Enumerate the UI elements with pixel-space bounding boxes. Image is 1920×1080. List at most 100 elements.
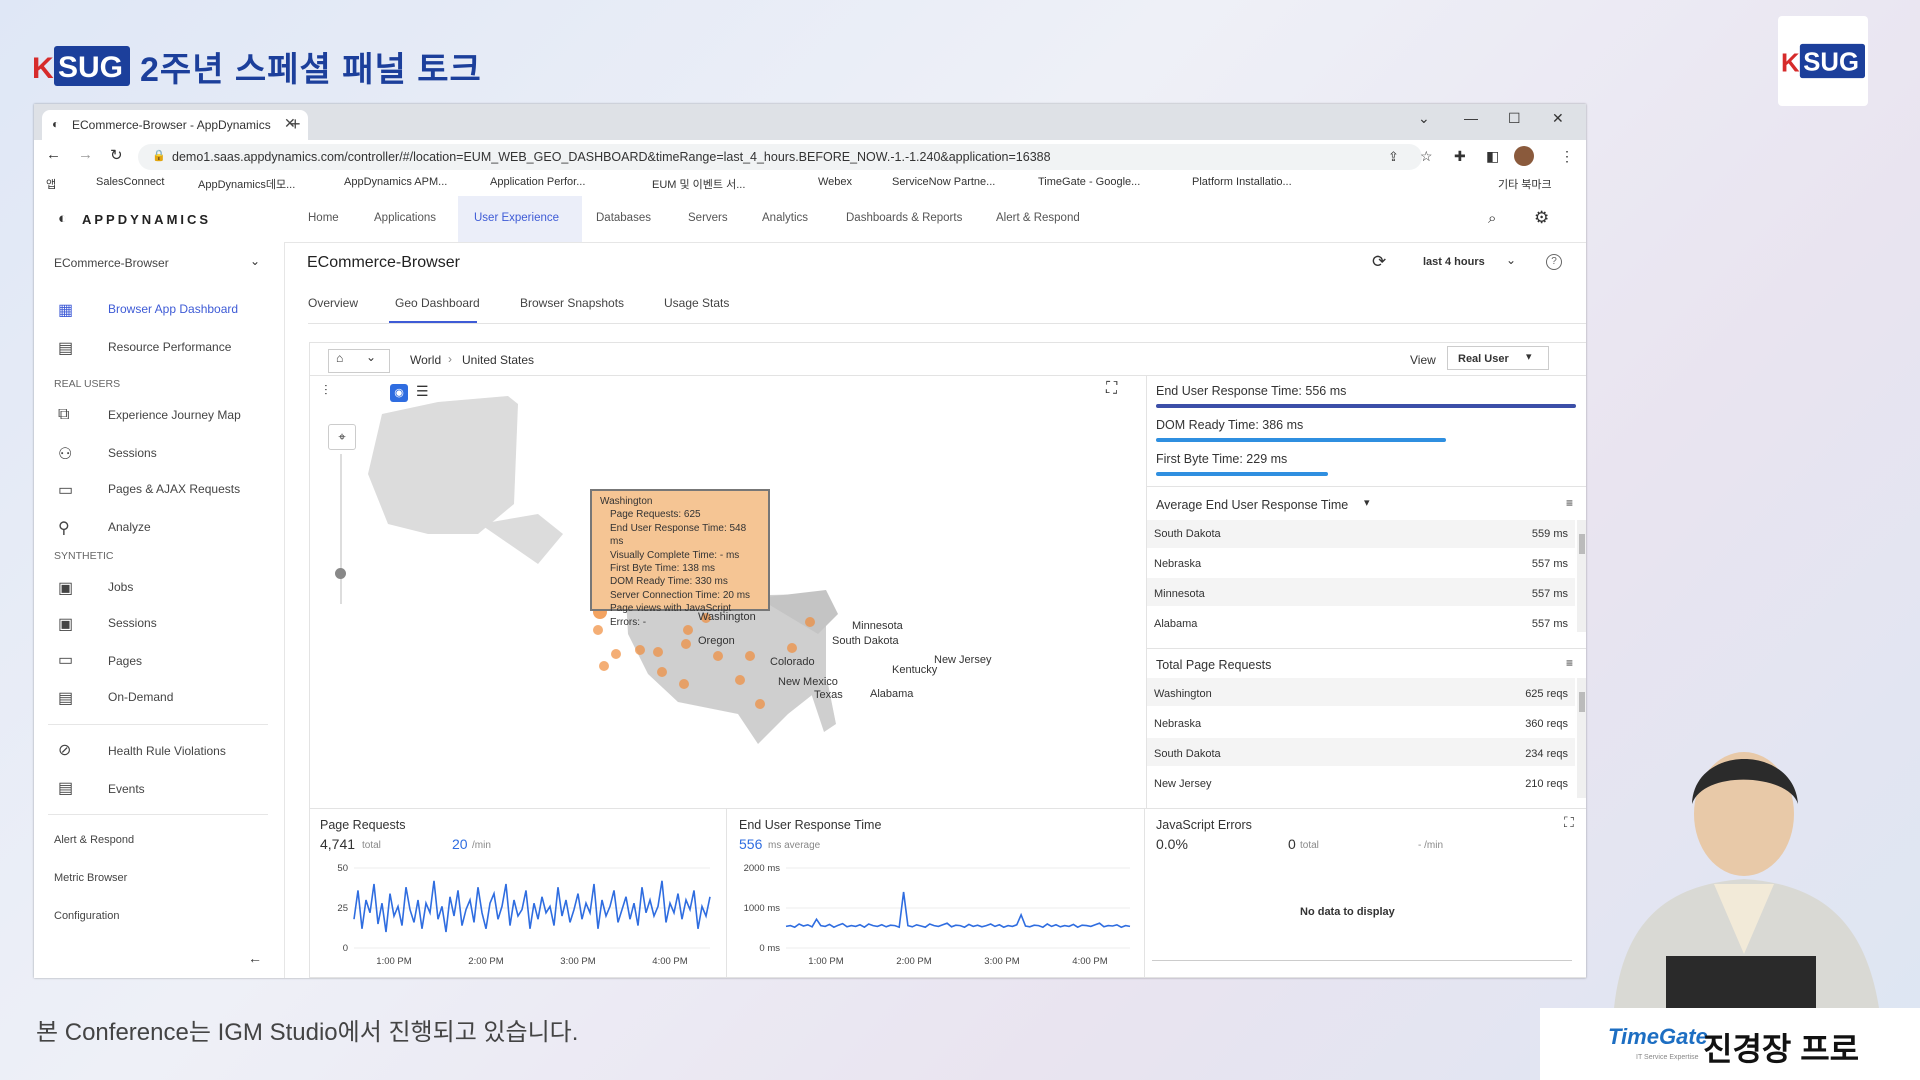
sidepanel-icon[interactable]: ◧ <box>1486 148 1499 165</box>
help-icon[interactable]: ? <box>1546 254 1562 270</box>
page-title: ECommerce-Browser <box>307 254 460 271</box>
view-dropdown-value: Real User <box>1458 353 1509 365</box>
x-tick-label: 1:00 PM <box>808 956 843 967</box>
sidebar-footer-metric-browser[interactable]: Metric Browser <box>54 872 127 884</box>
nav-home[interactable]: Home <box>308 212 339 224</box>
bookmark-item[interactable]: ServiceNow Partne... <box>892 176 995 188</box>
forward-icon[interactable]: → <box>78 146 93 163</box>
chevron-down-icon[interactable]: ⌄ <box>250 254 260 268</box>
sidebar-item-pages-ajax[interactable]: Pages & AJAX Requests <box>108 482 240 496</box>
presenter-video <box>1614 752 1879 1008</box>
scrollbar-thumb[interactable] <box>1579 692 1585 712</box>
reload-icon[interactable]: ↻ <box>110 146 123 164</box>
sidebar-item-synthetic-sessions[interactable]: Sessions <box>108 616 157 630</box>
y-tick-label: 0 <box>343 943 348 954</box>
resource-performance-icon: ▤ <box>58 340 74 357</box>
search-icon[interactable]: ⌕ <box>1488 210 1496 227</box>
nav-analytics[interactable]: Analytics <box>762 212 808 224</box>
sidebar-item-analyze[interactable]: Analyze <box>108 520 151 534</box>
conference-title: 2주년 스페셜 패널 토크 <box>140 51 482 89</box>
nav-servers[interactable]: Servers <box>688 212 728 224</box>
extensions-icon[interactable]: ✚ <box>1454 148 1466 165</box>
avg-row-value: 557 ms <box>1531 618 1568 630</box>
share-icon[interactable]: ⇪ <box>1388 149 1399 165</box>
time-range-selector[interactable]: last 4 hours <box>1423 256 1485 268</box>
back-icon[interactable]: ← <box>46 146 61 163</box>
js-errors-total: 0 <box>1288 836 1296 852</box>
nav-dashboards[interactable]: Dashboards & Reports <box>846 212 962 224</box>
tab-search-icon[interactable]: ⌄ <box>1418 110 1430 127</box>
bookmark-item[interactable]: Application Perfor... <box>490 176 585 188</box>
sidebar-item-resource-performance[interactable]: Resource Performance <box>108 340 231 354</box>
bookmark-item[interactable]: TimeGate - Google... <box>1038 176 1140 188</box>
bookmark-item[interactable]: EUM 및 이벤트 서... <box>652 176 745 192</box>
tab-usage-stats[interactable]: Usage Stats <box>664 296 729 310</box>
bookmark-item[interactable]: AppDynamics데모... <box>198 176 295 192</box>
sidebar-item-health-rule-violations[interactable]: Health Rule Violations <box>108 744 226 758</box>
sidebar-item-jobs[interactable]: Jobs <box>108 580 133 594</box>
minimize-icon[interactable]: — <box>1464 110 1478 126</box>
eurt-metric-label: End User Response Time: 556 ms <box>1156 384 1347 398</box>
panel-divider <box>726 808 727 978</box>
eurt-chart[interactable]: 2000 ms 1000 ms 0 ms 1:00 PM 2:00 PM 3:00 PM 4… <box>734 860 1138 970</box>
avg-table-title[interactable]: Average End User Response Time <box>1156 498 1348 512</box>
list-options-icon[interactable]: ≡ <box>1566 656 1573 670</box>
series-line[interactable] <box>785 891 1131 929</box>
map-label-south-dakota: South Dakota <box>832 635 899 647</box>
avg-row-value: 557 ms <box>1531 588 1568 600</box>
page-requests-chart[interactable]: 50 25 0 1:00 PM 2:00 PM 3:00 PM 4:00 PM <box>318 860 718 970</box>
scrollbar-thumb[interactable] <box>1579 534 1585 554</box>
sidebar-item-on-demand[interactable]: On-Demand <box>108 690 173 704</box>
series-line[interactable] <box>353 880 711 933</box>
map-recenter-icon[interactable]: ⌖ <box>328 424 356 450</box>
bookmark-star-icon[interactable]: ☆ <box>1420 148 1433 165</box>
zoom-slider-track[interactable] <box>340 454 342 604</box>
url-text[interactable]: demo1.saas.appdynamics.com/controller/#/… <box>172 150 1051 164</box>
map-label-oregon: Oregon <box>698 635 735 647</box>
app-selector[interactable]: ECommerce-Browser <box>54 256 169 270</box>
bookmark-apps[interactable]: 앱 <box>46 176 56 192</box>
tab-overview[interactable]: Overview <box>308 296 358 310</box>
time-range-chevron-icon[interactable]: ⌄ <box>1506 253 1516 267</box>
bookmark-item[interactable]: AppDynamics APM... <box>344 176 447 188</box>
close-window-icon[interactable]: ✕ <box>1552 110 1564 127</box>
refresh-icon[interactable]: ⟳ <box>1372 252 1386 272</box>
collapse-sidebar-icon[interactable]: ← <box>248 950 262 966</box>
breadcrumb-world[interactable]: World <box>410 353 441 367</box>
sidebar-item-sessions[interactable]: Sessions <box>108 446 157 460</box>
nav-user-experience[interactable]: User Experience <box>474 212 559 224</box>
chevron-down-icon[interactable]: ⌄ <box>366 350 376 364</box>
sidebar-footer-configuration[interactable]: Configuration <box>54 910 119 922</box>
panel-divider <box>1144 808 1145 978</box>
tab-geo-dashboard[interactable]: Geo Dashboard <box>395 296 480 310</box>
profile-avatar[interactable] <box>1514 146 1534 166</box>
sidebar-footer-alert-respond[interactable]: Alert & Respond <box>54 834 134 846</box>
menu-kebab-icon[interactable]: ⋮ <box>1560 148 1574 165</box>
sidebar-item-experience-journey-map[interactable]: Experience Journey Map <box>108 408 241 422</box>
map-label-texas: Texas <box>814 689 843 701</box>
list-options-icon[interactable]: ≡ <box>1566 496 1573 510</box>
bookmark-folder-other[interactable]: 기타 북마크 <box>1498 176 1552 192</box>
bookmark-item[interactable]: Webex <box>818 176 852 188</box>
tooltip-line: Server Connection Time: 20 ms <box>610 589 751 601</box>
caret-down-icon[interactable]: ▾ <box>1364 496 1370 509</box>
nav-databases[interactable]: Databases <box>596 212 651 224</box>
bookmark-item[interactable]: SalesConnect <box>96 176 165 188</box>
gear-icon[interactable]: ⚙ <box>1534 208 1549 228</box>
expand-icon[interactable]: ⛶ <box>1564 814 1574 831</box>
sidebar-item-pages[interactable]: Pages <box>108 654 142 668</box>
sidebar-item-browser-app-dashboard[interactable]: Browser App Dashboard <box>108 302 238 316</box>
bookmark-item[interactable]: Platform Installatio... <box>1192 176 1292 188</box>
nav-alert-respond[interactable]: Alert & Respond <box>996 212 1080 224</box>
dom-bar <box>1156 438 1446 442</box>
map-filter-icon[interactable]: ⫶ <box>324 382 328 399</box>
maximize-icon[interactable]: ☐ <box>1508 110 1521 127</box>
sidebar-item-events[interactable]: Events <box>108 782 145 796</box>
app-logo[interactable]: APPDYNAMICS <box>82 212 211 227</box>
nav-applications[interactable]: Applications <box>374 212 436 224</box>
tab-browser-snapshots[interactable]: Browser Snapshots <box>520 296 624 310</box>
timegate-tagline: IT Service Expertise <box>1636 1054 1699 1061</box>
zoom-slider-handle[interactable] <box>335 568 346 579</box>
avg-row-name: Alabama <box>1154 618 1198 630</box>
new-tab-icon[interactable]: + <box>290 114 301 135</box>
